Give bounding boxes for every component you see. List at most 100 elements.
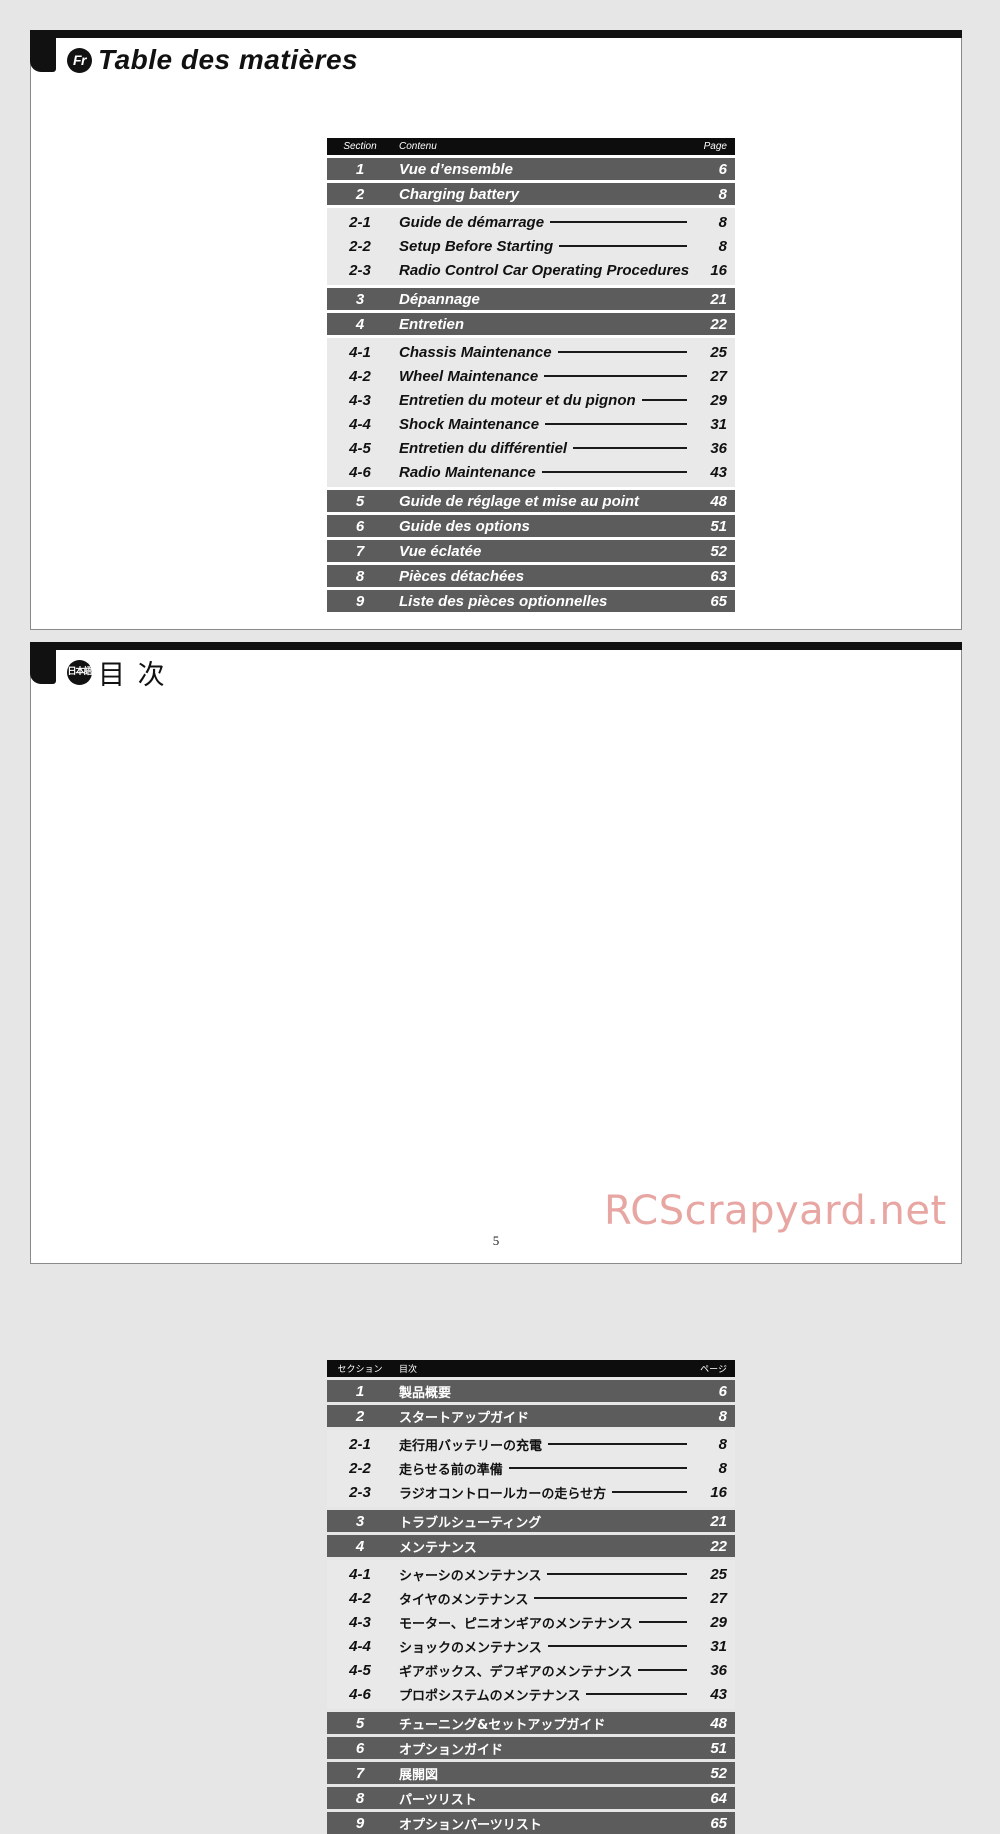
toc-page-number: 48 [710,1714,727,1732]
toc-row-major[interactable]: 6 オプションガイド 51 [327,1737,735,1759]
toc-row-sub[interactable]: 4-1 シャーシのメンテナンス 25 [327,1562,735,1586]
leader-line [547,1573,687,1575]
toc-row-major[interactable]: 1 Vue d’ensemble 6 [327,158,735,180]
toc-row-sub[interactable]: 2-1 Guide de démarrage 8 [327,210,735,234]
toc-section-number: 4-4 [349,415,371,433]
toc-entry-title: Dépannage [393,291,689,308]
toc-page-number: 25 [710,1565,727,1583]
toc-entry-title: メンテナンス [393,1537,689,1556]
toc-page-number: 36 [710,1661,727,1679]
toc-page-number: 48 [710,492,727,510]
toc-entry-label: タイヤのメンテナンス [399,1592,529,1608]
toc-entry-label: Dépannage [399,290,480,308]
titlebar-fr [30,30,962,38]
page-number: 5 [492,1233,500,1248]
toc-row-major[interactable]: 9 Liste des pièces optionnelles 65 [327,590,735,612]
toc-entry-title: ラジオコントロールカーの走らせ方 [393,1483,689,1502]
toc-row-sub[interactable]: 2-1 走行用バッテリーの充電 8 [327,1432,735,1456]
toc-entry-title: Setup Before Starting [393,238,689,255]
toc-header-row-jp: セクション 目次 ページ [327,1360,735,1377]
leader-line [550,221,687,223]
toc-row-major[interactable]: 5 Guide de réglage et mise au point 48 [327,490,735,512]
page-title-jp: 目 次 [98,659,167,691]
toc-entry-title: パーツリスト [393,1789,689,1808]
toc-row-sub[interactable]: 4-6 Radio Maintenance 43 [327,460,735,484]
toc-row-major[interactable]: 3 トラブルシューティング 21 [327,1510,735,1532]
toc-entry-title: Wheel Maintenance [393,368,689,385]
toc-section-number: 4-3 [349,1613,371,1631]
toc-section-number: 4-3 [349,391,371,409]
toc-row-sub[interactable]: 4-2 Wheel Maintenance 27 [327,364,735,388]
toc-row-major[interactable]: 6 Guide des options 51 [327,515,735,537]
toc-section-number: 8 [355,1789,365,1807]
toc-entry-title: プロポシステムのメンテナンス [393,1685,689,1704]
toc-section-number: 6 [355,1739,365,1757]
leader-line [548,1443,687,1445]
toc-page-number: 8 [718,213,727,231]
leader-line [545,423,687,425]
leader-line [541,471,687,473]
leader-line [547,1645,687,1647]
toc-page-number: 8 [718,185,727,203]
toc-entry-title: 走らせる前の準備 [393,1459,689,1478]
toc-page-number: 22 [710,1537,727,1555]
toc-section-number: 4 [355,315,365,333]
column-header-section-jp: セクション [337,1365,383,1375]
toc-row-sub[interactable]: 4-5 ギアボックス、デフギアのメンテナンス 36 [327,1658,735,1682]
leader-line [573,447,687,449]
toc-row-sub[interactable]: 2-2 走らせる前の準備 8 [327,1456,735,1480]
toc-page-number: 16 [710,261,727,279]
toc-row-major[interactable]: 8 Pièces détachées 63 [327,565,735,587]
toc-entry-title: シャーシのメンテナンス [393,1565,689,1584]
section-title-jp: 日本語 目 次 [67,652,167,692]
toc-section-number: 6 [355,517,365,535]
toc-row-major[interactable]: 2 Charging battery 8 [327,183,735,205]
leader-line [638,1669,687,1671]
toc-entry-label: メンテナンス [399,1540,477,1556]
toc-row-major[interactable]: 7 展開図 52 [327,1762,735,1784]
toc-row-sub[interactable]: 4-4 ショックのメンテナンス 31 [327,1634,735,1658]
toc-entry-label: 製品概要 [399,1385,452,1401]
toc-entry-title: Entretien du différentiel [393,440,689,457]
toc-entry-label: Radio Control Car Operating Procedures [399,261,689,279]
toc-row-sub[interactable]: 2-3 ラジオコントロールカーの走らせ方 16 [327,1480,735,1504]
toc-row-major[interactable]: 4 メンテナンス 22 [327,1535,735,1557]
toc-row-sub[interactable]: 4-3 Entretien du moteur et du pignon 29 [327,388,735,412]
toc-row-sub[interactable]: 4-5 Entretien du différentiel 36 [327,436,735,460]
column-header-content-jp: 目次 [399,1365,418,1375]
toc-section-number: 2-1 [349,213,371,231]
section-title-fr: Fr Table des matières [67,40,358,80]
toc-row-sub[interactable]: 4-4 Shock Maintenance 31 [327,412,735,436]
toc-entry-label: パーツリスト [399,1792,477,1808]
toc-section-number: 4 [355,1537,365,1555]
toc-section-number: 4-2 [349,367,371,385]
toc-row-major[interactable]: 4 Entretien 22 [327,313,735,335]
toc-row-major[interactable]: 9 オプションパーツリスト 65 [327,1812,735,1834]
toc-body-fr: 1 Vue d’ensemble 6 2 Charging battery 8 2-1 Gui… [327,158,735,612]
toc-row-major[interactable]: 8 パーツリスト 64 [327,1787,735,1809]
toc-section-number: 2-2 [349,1459,371,1477]
toc-row-major[interactable]: 5 チューニング&セットアップガイド 48 [327,1712,735,1734]
toc-row-sub[interactable]: 4-2 タイヤのメンテナンス 27 [327,1586,735,1610]
toc-entry-title: Shock Maintenance [393,416,689,433]
toc-page-number: 43 [710,463,727,481]
toc-row-sub[interactable]: 2-2 Setup Before Starting 8 [327,234,735,258]
toc-row-sub[interactable]: 4-1 Chassis Maintenance 25 [327,340,735,364]
toc-page-number: 25 [710,343,727,361]
toc-row-major[interactable]: 1 製品概要 6 [327,1380,735,1402]
toc-row-sub[interactable]: 2-3 Radio Control Car Operating Procedure… [327,258,735,282]
toc-entry-title: 走行用バッテリーの充電 [393,1435,689,1454]
toc-row-major[interactable]: 2 スタートアップガイド 8 [327,1405,735,1427]
site-watermark: RCScrapyard.net [604,1188,947,1234]
toc-row-major[interactable]: 3 Dépannage 21 [327,288,735,310]
toc-section-number: 2-3 [349,1483,371,1501]
toc-section-number: 4-4 [349,1637,371,1655]
toc-row-sub[interactable]: 4-3 モーター、ピニオンギアのメンテナンス 29 [327,1610,735,1634]
toc-entry-label: Vue d’ensemble [399,160,513,178]
toc-entry-label: チューニング&セットアップガイド [399,1717,606,1733]
toc-section-number: 4-1 [349,343,371,361]
toc-page-number: 36 [710,439,727,457]
column-header-page-jp: ページ [700,1365,727,1375]
toc-row-major[interactable]: 7 Vue éclatée 52 [327,540,735,562]
toc-row-sub[interactable]: 4-6 プロポシステムのメンテナンス 43 [327,1682,735,1706]
